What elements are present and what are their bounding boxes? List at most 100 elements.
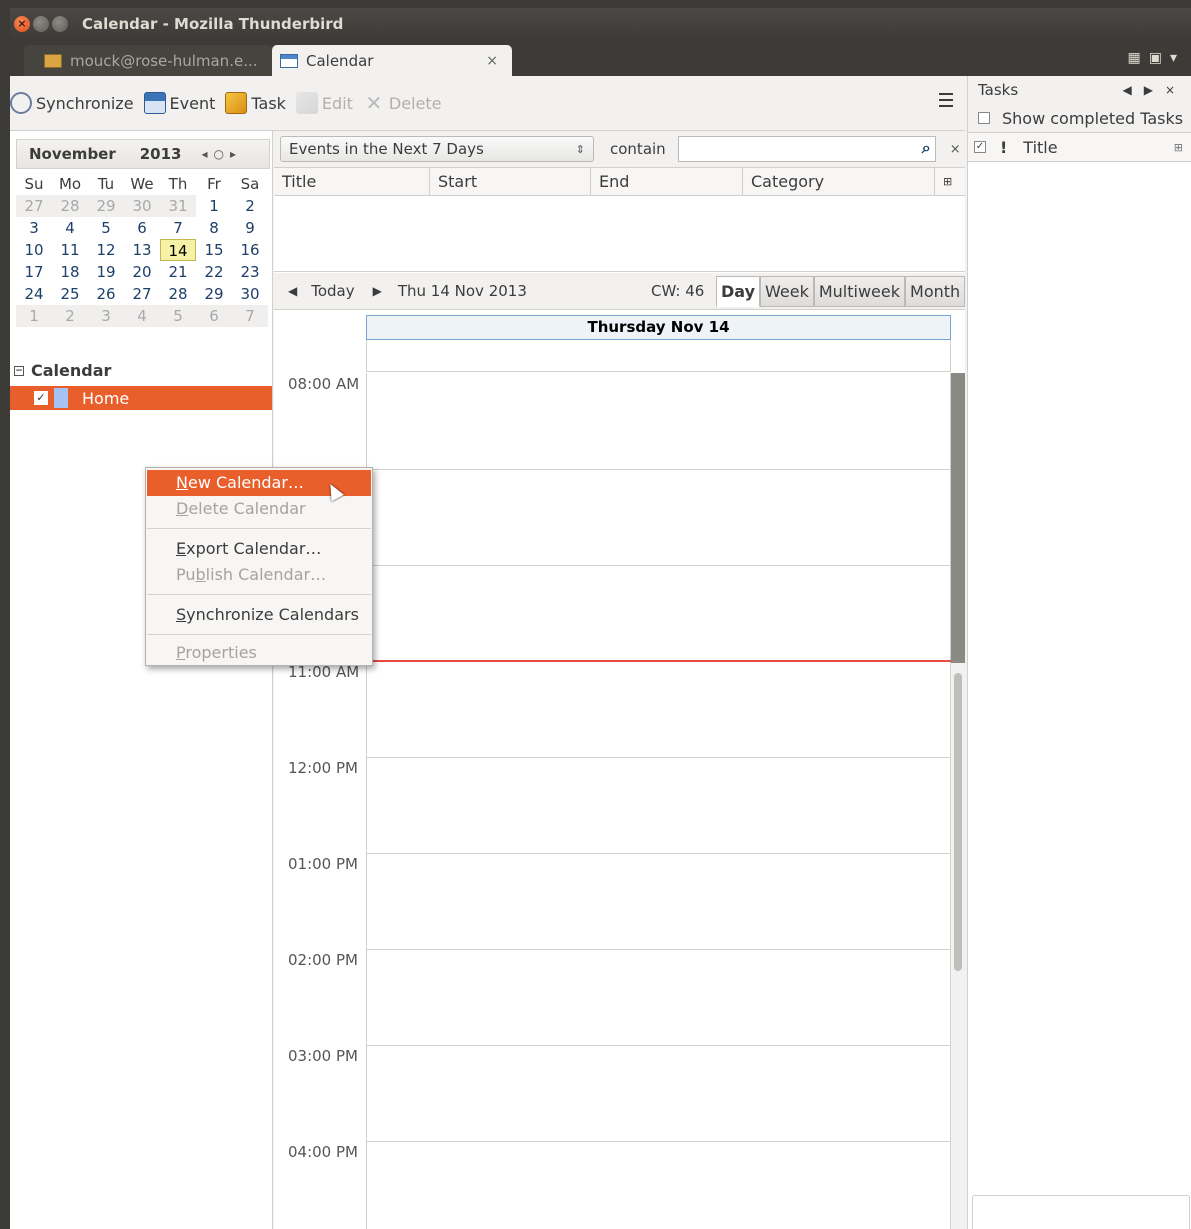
menu-item-export-calendar[interactable]: Export Calendar… <box>147 536 371 562</box>
priority-column[interactable]: ! <box>1000 138 1007 157</box>
new-task-button[interactable]: Task <box>225 92 286 114</box>
mini-month-day[interactable]: 30 <box>124 195 160 217</box>
mini-month-day[interactable]: 5 <box>88 217 124 239</box>
mini-month-day[interactable]: 7 <box>232 305 268 327</box>
show-completed-checkbox[interactable] <box>978 112 990 124</box>
mini-month-day[interactable]: 2 <box>52 305 88 327</box>
mini-month-day[interactable]: 13 <box>124 239 160 261</box>
tab-close-icon[interactable]: × <box>486 53 498 69</box>
mini-month-day[interactable]: 3 <box>88 305 124 327</box>
tab-week[interactable]: Week <box>760 276 814 307</box>
mini-month-day[interactable]: 15 <box>196 239 232 261</box>
synchronize-button[interactable]: Synchronize <box>10 92 134 114</box>
calendar-item-home[interactable]: ✓ Home <box>10 386 272 410</box>
mini-month-day[interactable]: 18 <box>52 261 88 283</box>
mini-month-day[interactable]: 4 <box>52 217 88 239</box>
mini-month-day[interactable]: 9 <box>232 217 268 239</box>
filter-close-icon[interactable]: × <box>950 142 961 157</box>
mini-month-day[interactable]: 6 <box>196 305 232 327</box>
mini-month-day[interactable]: 22 <box>196 261 232 283</box>
task-title-column[interactable]: Title <box>1023 138 1057 157</box>
next-day-icon[interactable]: ▶ <box>373 284 382 298</box>
column-start[interactable]: Start <box>430 168 591 195</box>
tab-day[interactable]: Day <box>716 276 761 307</box>
mini-month-day[interactable]: 10 <box>16 239 52 261</box>
show-completed-row[interactable]: Show completed Tasks <box>968 104 1191 132</box>
mini-month-day[interactable]: 7 <box>160 217 196 239</box>
maximize-window-icon[interactable] <box>52 16 68 32</box>
column-picker-icon[interactable]: ⊞ <box>935 168 965 195</box>
event-filter-select[interactable]: Events in the Next 7 Days ⇕ <box>280 136 594 162</box>
tasks-nav-icon[interactable]: ◀▶× <box>1122 83 1187 97</box>
mini-month-day[interactable]: 16 <box>232 239 268 261</box>
calendar-list-header[interactable]: − Calendar <box>14 361 111 380</box>
search-icon[interactable]: ⌕ <box>922 138 931 158</box>
mini-month-day[interactable]: 23 <box>232 261 268 283</box>
mini-month-day[interactable]: 27 <box>124 283 160 305</box>
event-search-input[interactable]: ⌕ <box>677 136 936 162</box>
mini-month-day[interactable]: 11 <box>52 239 88 261</box>
tab-mail[interactable]: mouck@rose-hulman.e... <box>24 45 272 76</box>
mini-month-day[interactable]: 28 <box>52 195 88 217</box>
tab-strip-tools-icon[interactable]: ▦▣▾ <box>1128 50 1185 66</box>
column-title[interactable]: Title <box>274 168 430 195</box>
tab-calendar[interactable]: Calendar × <box>272 45 512 76</box>
delete-button[interactable]: ✕ Delete <box>363 92 442 114</box>
mini-month-day[interactable]: 5 <box>160 305 196 327</box>
mini-month-day[interactable]: 19 <box>88 261 124 283</box>
mini-month-nav-icon[interactable]: ◂○▸ <box>202 147 243 161</box>
app-menu-icon[interactable] <box>939 93 953 111</box>
minimize-window-icon[interactable] <box>33 16 49 32</box>
menu-item-properties[interactable]: Properties <box>147 640 371 666</box>
day-header[interactable]: Thursday Nov 14 <box>366 315 951 340</box>
scrollbar-thumb[interactable] <box>954 673 962 971</box>
mini-month-day[interactable]: 31 <box>160 195 196 217</box>
mini-month-day[interactable]: 29 <box>88 195 124 217</box>
mini-month-day[interactable]: 17 <box>16 261 52 283</box>
mini-month-day[interactable]: 24 <box>16 283 52 305</box>
menu-item-publish-calendar[interactable]: Publish Calendar… <box>147 562 371 588</box>
completed-column-checkbox[interactable]: ✓ <box>974 141 986 153</box>
mini-month-day[interactable]: 28 <box>160 283 196 305</box>
previous-day-icon[interactable]: ◀ <box>288 284 297 298</box>
menu-item-delete-calendar[interactable]: Delete Calendar <box>147 496 371 522</box>
mini-month-day[interactable]: 8 <box>196 217 232 239</box>
mini-month-day[interactable]: 14 <box>160 239 196 261</box>
mini-month-day[interactable]: 26 <box>88 283 124 305</box>
mini-month-day[interactable]: 30 <box>232 283 268 305</box>
mini-month-day[interactable]: 2 <box>232 195 268 217</box>
mini-month-name[interactable]: November <box>29 145 116 163</box>
close-window-icon[interactable]: × <box>14 16 30 32</box>
mini-month-day[interactable]: 25 <box>52 283 88 305</box>
menu-label: elete Calendar <box>188 499 306 518</box>
column-category[interactable]: Category <box>743 168 935 195</box>
menu-item-synchronize-calendars[interactable]: Synchronize Calendars <box>147 602 371 628</box>
edit-button[interactable]: Edit <box>295 92 353 114</box>
tab-multiweek[interactable]: Multiweek <box>813 276 906 307</box>
mini-month-day[interactable]: 1 <box>196 195 232 217</box>
delete-x-icon: ✕ <box>365 91 383 115</box>
today-button[interactable]: Today <box>311 282 354 300</box>
day-column[interactable] <box>366 373 952 1229</box>
mini-month-day[interactable]: 27 <box>16 195 52 217</box>
day-view-scrollbar[interactable] <box>951 373 965 1229</box>
new-event-button[interactable]: Event <box>143 92 215 114</box>
tab-month[interactable]: Month <box>905 276 966 307</box>
mini-month-day[interactable]: 6 <box>124 217 160 239</box>
mini-month-day[interactable]: 1 <box>16 305 52 327</box>
mini-month-day[interactable]: 12 <box>88 239 124 261</box>
column-end[interactable]: End <box>591 168 743 195</box>
mini-month-day[interactable]: 29 <box>196 283 232 305</box>
mini-month-day[interactable]: 3 <box>16 217 52 239</box>
collapse-icon[interactable]: − <box>14 365 24 376</box>
tasks-header: Tasks ◀▶× <box>968 76 1191 104</box>
column-picker-icon[interactable]: ⊞ <box>1174 141 1183 154</box>
mini-month-day[interactable]: 20 <box>124 261 160 283</box>
quick-add-task-input[interactable] <box>972 1195 1190 1229</box>
mini-month-day[interactable]: 4 <box>124 305 160 327</box>
mini-month-year[interactable]: 2013 <box>140 145 182 163</box>
mini-month-day[interactable]: 21 <box>160 261 196 283</box>
all-day-row[interactable] <box>366 340 951 372</box>
event-list[interactable] <box>274 196 965 272</box>
calendar-checkbox[interactable]: ✓ <box>34 391 48 405</box>
